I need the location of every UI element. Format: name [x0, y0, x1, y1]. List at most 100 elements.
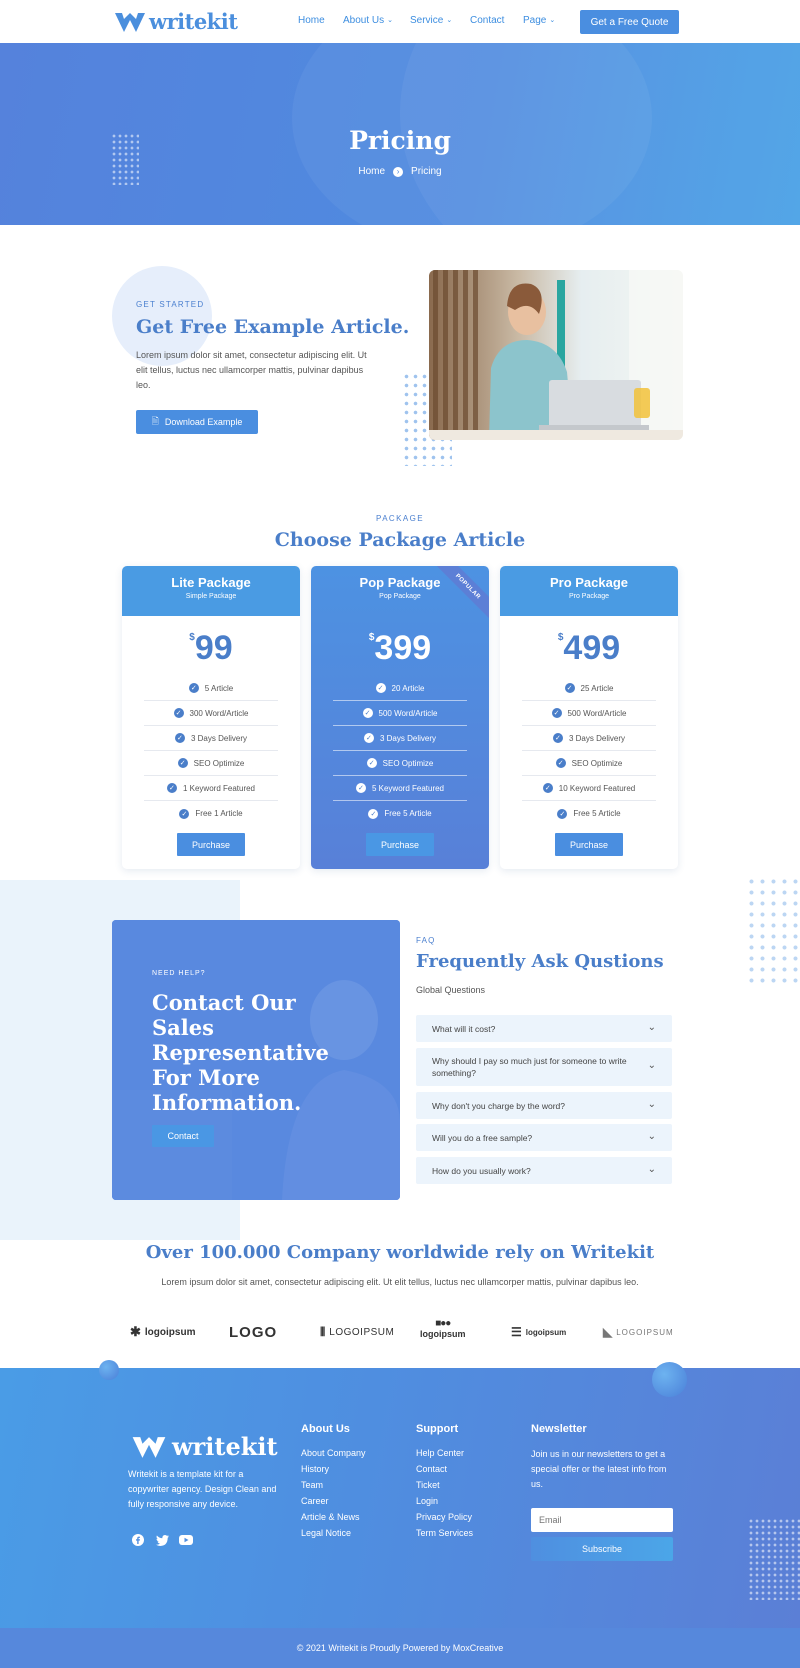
- footer-link[interactable]: Term Services: [416, 1528, 473, 1538]
- page-title: Pricing: [349, 126, 451, 155]
- footer-link[interactable]: About Company: [301, 1448, 366, 1458]
- check-icon: ✓: [366, 758, 377, 768]
- faq-item[interactable]: Why don't you charge by the word? ⌄: [416, 1092, 672, 1119]
- feature-item: ✓ 5 Article: [144, 676, 278, 701]
- footer-col-title: Newsletter: [531, 1423, 587, 1435]
- contact-button[interactable]: Contact: [152, 1125, 214, 1147]
- footer-col-title: About Us: [301, 1423, 350, 1435]
- nav-about-us[interactable]: About Us ⌄: [343, 15, 393, 26]
- check-icon: ✓: [188, 683, 199, 693]
- chevron-down-icon: ⌄: [647, 1130, 656, 1142]
- twitter-icon[interactable]: [155, 1533, 169, 1547]
- card-title: Lite Package: [171, 575, 251, 590]
- nav-home[interactable]: Home: [298, 15, 325, 26]
- footer-link[interactable]: Help Center: [416, 1448, 464, 1458]
- download-example-button[interactable]: 🗎 Download Example: [136, 410, 258, 434]
- footer-link[interactable]: Article & News: [301, 1512, 360, 1522]
- feature-item: ✓ 3 Days Delivery: [144, 726, 278, 751]
- feature-item: ✓ Free 5 Article: [522, 801, 656, 826]
- partner-logo: ⦀ LOGOIPSUM: [320, 1324, 395, 1339]
- check-icon: ✓: [552, 733, 563, 743]
- footer-description: Writekit is a template kit for a copywri…: [128, 1469, 277, 1509]
- copyright-text: © 2021 Writekit is Proudly Powered by Mo…: [296, 1643, 504, 1653]
- purchase-button[interactable]: Purchase: [177, 833, 245, 856]
- check-icon: ✓: [355, 783, 366, 793]
- purchase-button[interactable]: Purchase: [555, 833, 623, 856]
- feature-item: ✓ 300 Word/Article: [144, 701, 278, 726]
- partner-logo: ☰ logoipsum: [511, 1325, 567, 1339]
- purchase-button[interactable]: Purchase: [366, 833, 434, 856]
- check-icon: ✓: [174, 733, 185, 743]
- card-price: $499: [557, 629, 621, 667]
- feature-item: ✓ SEO Optimize: [333, 751, 467, 776]
- faq-item[interactable]: How do you usually work? ⌄: [416, 1157, 672, 1184]
- feature-item: ✓ 500 Word/Article: [333, 701, 467, 726]
- feature-item: ✓ Free 5 Article: [333, 801, 467, 826]
- feature-list: ✓ 25 Article ✓ 500 Word/Article ✓ 3 Days De…: [522, 676, 656, 826]
- pricing-card-pop: POPULAR Pop Package Pop Package $399 ✓ 20…: [311, 566, 489, 869]
- chevron-down-icon: ⌄: [549, 16, 556, 24]
- card-subtitle: Pro Package: [568, 593, 610, 600]
- faq-item[interactable]: Why should I pay so much just for someon…: [416, 1048, 672, 1086]
- check-icon: ✓: [375, 683, 386, 693]
- chevron-down-icon: ⌄: [387, 16, 394, 24]
- footer-link[interactable]: Legal Notice: [301, 1528, 351, 1538]
- check-icon: ✓: [555, 758, 566, 768]
- partner-logo: LOGO: [229, 1323, 278, 1341]
- nav-contact[interactable]: Contact: [470, 15, 504, 26]
- feature-list: ✓ 20 Article ✓ 500 Word/Article ✓ 3 Days De…: [333, 676, 467, 826]
- section-eyebrow: NEED HELP?: [152, 970, 206, 977]
- top-navbar: writekit Home About Us ⌄ Service ⌄ Contact…: [0, 0, 800, 43]
- youtube-icon[interactable]: [179, 1533, 193, 1547]
- footer-link[interactable]: Ticket: [416, 1480, 440, 1490]
- footer-link[interactable]: Contact: [416, 1464, 447, 1474]
- check-icon: ✓: [166, 783, 177, 793]
- feature-item: ✓ 1 Keyword Featured: [144, 776, 278, 801]
- logo-mark-icon: ☰: [511, 1325, 522, 1339]
- decor-dots: [748, 1518, 800, 1600]
- logo-mark-icon: ■●●: [435, 1318, 451, 1329]
- copyright-bar: © 2021 Writekit is Proudly Powered by Mo…: [0, 1628, 800, 1668]
- check-icon: ✓: [179, 808, 190, 819]
- subscribe-button[interactable]: Subscribe: [531, 1537, 673, 1561]
- footer-link[interactable]: Career: [301, 1496, 329, 1506]
- document-icon: 🗎: [151, 416, 159, 426]
- contact-title: Contact Our Sales Representative For Mor…: [152, 990, 329, 1115]
- feature-list: ✓ 5 Article ✓ 300 Word/Article ✓ 3 Days Del…: [144, 676, 278, 826]
- footer-link[interactable]: Login: [416, 1496, 438, 1506]
- footer-logo[interactable]: writekit: [130, 1432, 278, 1461]
- decor-circle: [99, 1360, 119, 1380]
- check-icon: ✓: [362, 708, 373, 718]
- facebook-icon[interactable]: [131, 1533, 145, 1547]
- section-eyebrow: GET STARTED: [136, 300, 205, 309]
- nav-service[interactable]: Service ⌄: [410, 15, 452, 26]
- breadcrumb-home[interactable]: Home: [358, 166, 385, 177]
- footer-link[interactable]: Team: [301, 1480, 323, 1490]
- pricing-card-pro: Pro Package Pro Package $499 ✓ 25 Article…: [500, 566, 678, 869]
- footer-col-title: Support: [416, 1423, 459, 1435]
- chevron-down-icon: ⌄: [647, 1098, 656, 1110]
- logo-text: writekit: [149, 9, 238, 34]
- contact-cta-panel: NEED HELP? Contact Our Sales Representat…: [112, 920, 400, 1200]
- faq-item[interactable]: Will you do a free sample? ⌄: [416, 1124, 672, 1151]
- chevron-right-icon: ›: [393, 166, 404, 177]
- partner-logo: ■●● logoipsum: [420, 1318, 466, 1339]
- logo-w-icon: [115, 12, 145, 32]
- card-price: $99: [189, 629, 233, 667]
- card-title: Pro Package: [549, 575, 629, 590]
- footer-link[interactable]: History: [301, 1464, 329, 1474]
- faq-item[interactable]: What will it cost? ⌄: [416, 1015, 672, 1042]
- section-body: Lorem ipsum dolor sit amet, consectetur …: [161, 1277, 639, 1287]
- feature-item: ✓ 3 Days Delivery: [522, 726, 656, 751]
- check-icon: ✓: [363, 733, 374, 743]
- get-quote-button[interactable]: Get a Free Quote: [580, 10, 679, 34]
- site-logo[interactable]: writekit: [114, 9, 238, 34]
- section-title: Frequently Ask Qustions: [416, 951, 664, 972]
- footer-link[interactable]: Privacy Policy: [416, 1512, 472, 1522]
- feature-item: ✓ Free 1 Article: [144, 801, 278, 826]
- feature-item: ✓ 20 Article: [333, 676, 467, 701]
- card-subtitle: Simple Package: [185, 593, 237, 600]
- check-icon: ✓: [177, 758, 188, 768]
- nav-page[interactable]: Page ⌄: [523, 15, 555, 26]
- email-input[interactable]: [531, 1508, 673, 1532]
